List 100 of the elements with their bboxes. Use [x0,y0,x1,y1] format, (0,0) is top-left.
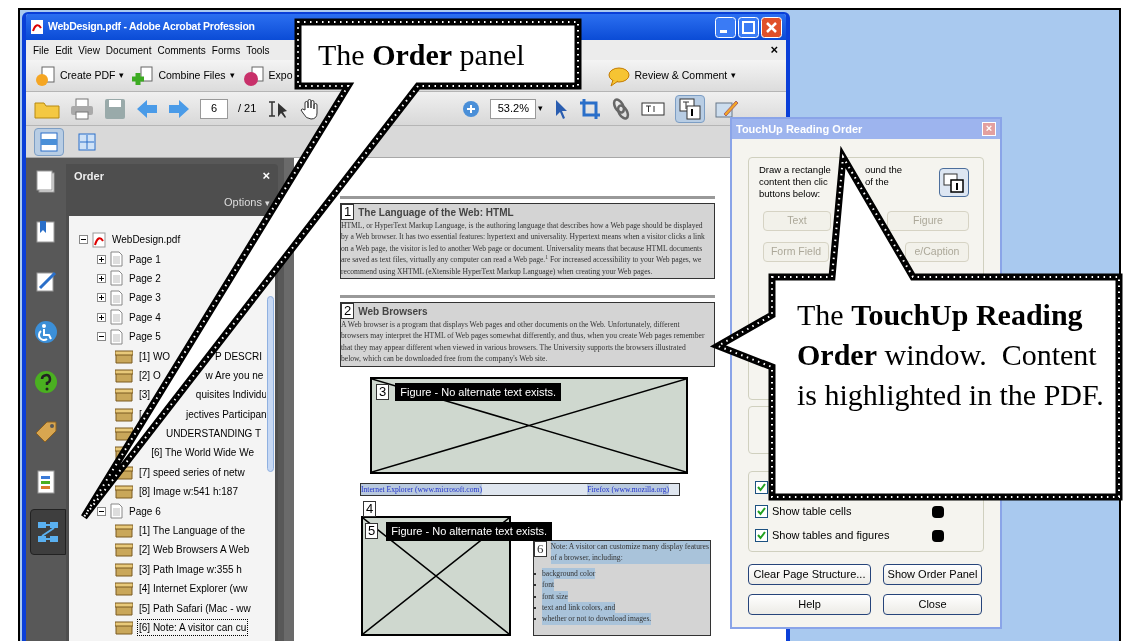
pointer-icon[interactable] [553,97,570,120]
zoom-field[interactable]: 53.2% [490,98,537,119]
box-icon [115,406,133,422]
menu-item[interactable]: Comments [154,42,209,58]
tree-item[interactable]: w Are you ne [203,366,266,384]
tree-item[interactable]: Page 6 [127,502,163,520]
menu-close-button[interactable]: × [766,40,782,60]
collapse-icon[interactable] [97,332,106,342]
dialog-title: TouchUp Reading Order [736,121,863,137]
order-number: 4 [363,501,377,518]
checkbox[interactable] [755,481,768,494]
checkbox-label: Show tables and figures [772,528,890,544]
text-field-icon[interactable] [641,100,666,117]
box-icon [115,387,133,403]
task-button[interactable]: Review & Comment ▾ [608,64,737,87]
figure-label: Figure - No alternate text exists. [395,382,562,402]
box-icon [115,581,133,597]
tree-item[interactable]: UNDERSTANDING T [163,425,264,443]
tree-item[interactable]: [4] Internet Explorer (ww [137,580,250,598]
sidebar-tab[interactable] [30,509,66,555]
tree-item[interactable]: [2] O [137,366,163,384]
tree-item[interactable]: [6] Note: A visitor can cu [137,619,249,636]
speech-bubble-icon [608,64,631,87]
menu-item[interactable]: File [30,42,53,58]
menu-item[interactable]: View [75,42,103,58]
page-icon [110,289,123,306]
crop-icon[interactable] [579,97,602,120]
collapse-icon[interactable] [79,235,88,245]
tree-item[interactable]: [3] [137,386,153,404]
maximize-icon[interactable] [738,16,759,38]
checkbox[interactable] [755,529,768,542]
zoom-caret[interactable]: ▾ [538,101,544,116]
panel-close-button[interactable]: × [262,166,270,186]
order-number: 2 [341,303,355,320]
tree-item[interactable]: Page 4 [127,308,163,326]
page-icon [110,251,123,268]
reading-order-tool[interactable] [675,94,706,123]
pages-icon [34,170,58,194]
menu-item[interactable]: Document [102,42,155,58]
collapse-icon[interactable] [97,506,106,516]
dialog-button[interactable]: Clear Page Structure... [748,564,871,585]
tree-item[interactable]: [5] Path Safari (Mac - ww [137,599,253,617]
reading-order-icon-button[interactable] [939,168,969,197]
tree-item[interactable]: P DESCRI [212,347,264,365]
color-swatch[interactable] [932,529,944,542]
tree-item[interactable]: Page 5 [127,328,163,346]
tree-item[interactable]: Page 1 [127,250,163,268]
checkbox[interactable] [755,505,768,518]
dialog-button[interactable]: Help [748,594,871,615]
tree-item[interactable]: [7] speed series of netw [137,463,247,481]
page-number-field[interactable]: 6 [200,98,228,119]
order-number: 3 [376,383,390,400]
tree-item[interactable]: [6] The World Wide We [149,444,256,462]
expand-icon[interactable] [97,273,106,283]
dialog-button[interactable]: Close [883,594,982,615]
zoom-in-icon[interactable] [462,99,481,118]
menu-item[interactable]: Edit [52,42,76,58]
documents-plus-icon [132,64,155,87]
expand-icon[interactable] [97,293,106,303]
tree-item[interactable]: [1] WO [137,347,173,365]
dialog-button[interactable]: Show Order Panel [883,564,982,585]
figure-label: Figure - No alternate text exists. [386,522,553,541]
fit-width-button[interactable] [34,127,64,156]
tree-item[interactable]: quisites Individu [193,386,266,404]
options-menu[interactable]: Options ▾ [224,193,270,211]
order-number: 1 [341,204,355,220]
expand-icon[interactable] [97,254,106,264]
menu-item[interactable]: Tools [243,42,273,58]
tree-item[interactable]: [3] Path Image w:355 h [137,560,244,578]
pdf-file-icon [30,19,44,35]
task-button[interactable]: Create PDF ▾ [34,64,125,87]
order-number: 6 [534,541,547,558]
order-number: 5 [365,523,379,540]
menu-item[interactable]: Forms [208,42,244,58]
task-button[interactable]: Combine Files ▾ [132,64,235,87]
printer-icon[interactable] [70,97,94,120]
link-icon[interactable] [611,97,632,120]
tree-item[interactable]: jectives Participan [184,405,266,423]
tree-item[interactable]: [1] The Language of the [137,522,247,540]
tree-item[interactable]: [8] Image w:541 h:187 [137,483,240,501]
task-button[interactable]: Expo [242,64,293,87]
instructions-text: content then clic [759,176,829,188]
scrollbar-thumb[interactable] [267,296,274,472]
tag-icon [34,420,58,444]
tree-item[interactable]: Page 3 [127,289,163,307]
page-icon [110,270,123,287]
color-swatch[interactable] [932,505,944,518]
tree-item[interactable]: WebDesign.pdf [110,231,183,249]
connected-boxes-icon [36,520,60,544]
minimize-icon[interactable] [715,16,736,38]
tree-item[interactable]: Page 2 [127,269,163,287]
tree-item[interactable]: [2] Web Browsers A Web [137,541,252,559]
document-list-icon [34,470,58,494]
box-icon [115,348,133,364]
expand-icon[interactable] [97,312,106,322]
box-icon [115,620,133,635]
close-icon[interactable] [761,16,782,38]
window-title: WebDesign.pdf - Adobe Acrobat Profession [48,19,255,35]
pdf-file-icon [92,231,106,248]
instructions-text: ound the [865,164,902,176]
